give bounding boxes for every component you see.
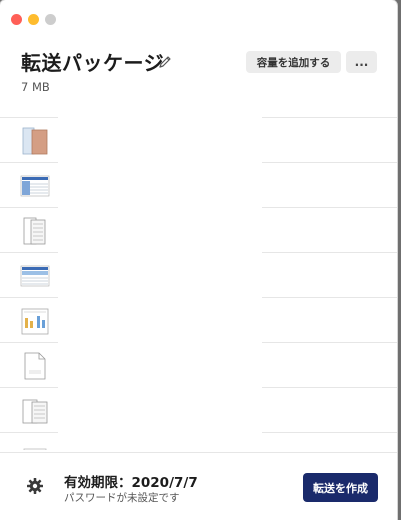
document-icon <box>20 441 50 450</box>
document-pdf-icon <box>20 126 50 156</box>
transfer-package-window: 転送パッケージ 7 MB 容量を追加する ... 有効期限：2020/7/7 パ… <box>0 0 397 520</box>
package-title: 転送パッケージ <box>21 51 165 75</box>
chart-document-icon <box>20 306 50 336</box>
table-document-icon <box>20 396 50 426</box>
close-window-button[interactable] <box>11 14 22 25</box>
table-document-icon <box>20 216 50 246</box>
create-transfer-button[interactable]: 転送を作成 <box>303 473 378 502</box>
pencil-icon[interactable] <box>158 54 172 68</box>
spreadsheet-icon <box>20 171 50 201</box>
package-size: 7 MB <box>21 80 50 94</box>
footer: 有効期限：2020/7/7 パスワードが未設定です 転送を作成 <box>0 452 397 520</box>
password-status: パスワードが未設定です <box>64 492 180 504</box>
spreadsheet-icon <box>20 261 50 291</box>
csv-file-icon <box>20 351 50 381</box>
file-names-area <box>58 117 262 440</box>
gear-icon[interactable] <box>26 477 44 495</box>
more-options-button[interactable]: ... <box>346 51 377 73</box>
expiry-date: 有効期限：2020/7/7 <box>64 475 198 491</box>
add-capacity-button[interactable]: 容量を追加する <box>246 51 341 73</box>
window-controls <box>11 14 56 25</box>
minimize-window-button[interactable] <box>28 14 39 25</box>
zoom-window-button[interactable] <box>45 14 56 25</box>
